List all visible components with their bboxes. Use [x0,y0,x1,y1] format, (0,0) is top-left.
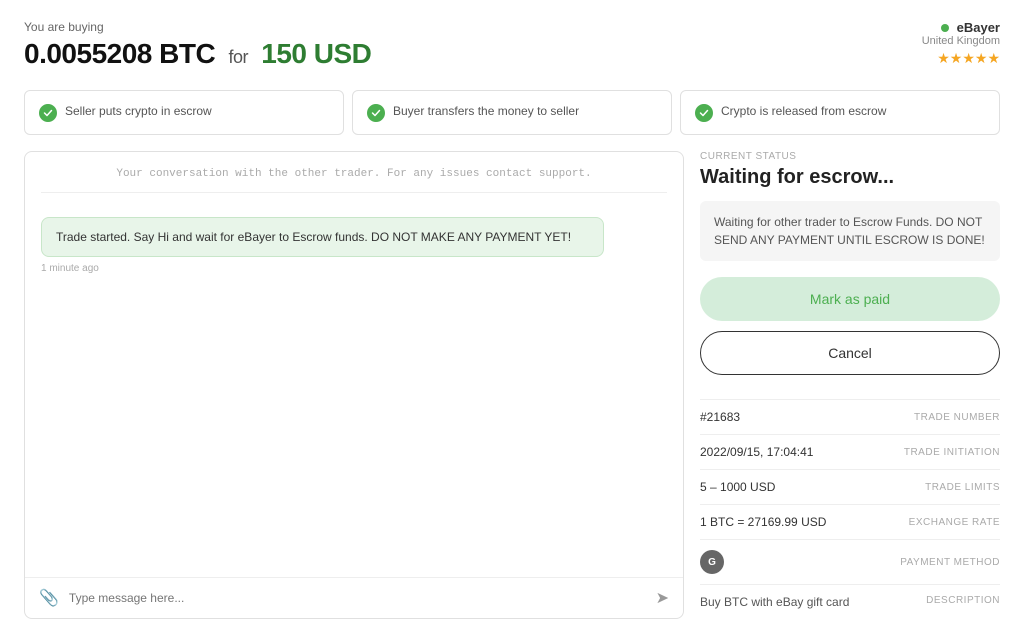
chat-message-text: Trade started. Say Hi and wait for eBaye… [56,230,571,244]
cancel-button[interactable]: Cancel [700,331,1000,375]
trade-number-value: #21683 [700,410,740,424]
you-are-buying-label: You are buying [24,20,371,34]
online-dot [941,24,949,32]
trade-number-label: TRADE NUMBER [914,412,1000,423]
step-2: Buyer transfers the money to seller [352,90,672,135]
description-label: DESCRIPTION [926,595,1000,606]
header-right: eBayer United Kingdom ★★★★★ [922,20,1000,67]
header: You are buying 0.0055208 BTC for 150 USD… [24,20,1000,70]
step-3-label: Crypto is released from escrow [721,103,886,120]
trade-limits-value: 5 – 1000 USD [700,480,775,494]
step-2-icon [367,104,385,122]
step-3-icon [695,104,713,122]
trade-initiation-row: 2022/09/15, 17:04:41 TRADE INITIATION [700,435,1000,470]
escrow-notice: Waiting for other trader to Escrow Funds… [700,201,1000,261]
chat-input[interactable] [69,591,646,605]
trade-initiation-value: 2022/09/15, 17:04:41 [700,445,813,459]
mark-as-paid-button[interactable]: Mark as paid [700,277,1000,321]
step-1-icon [39,104,57,122]
send-icon[interactable]: ➤ [656,588,669,608]
exchange-rate-label: EXCHANGE RATE [909,517,1000,528]
steps-container: Seller puts crypto in escrow Buyer trans… [24,90,1000,135]
step-2-label: Buyer transfers the money to seller [393,103,579,120]
header-left: You are buying 0.0055208 BTC for 150 USD [24,20,371,70]
exchange-rate-row: 1 BTC = 27169.99 USD EXCHANGE RATE [700,505,1000,540]
usd-amount: 150 USD [261,38,371,69]
trade-number-row: #21683 TRADE NUMBER [700,400,1000,435]
chat-area: Your conversation with the other trader.… [24,151,684,619]
for-text: for [228,47,248,67]
chat-footer: 📎 ➤ [25,577,683,618]
main-content: Your conversation with the other trader.… [24,151,1000,619]
seller-name: eBayer [957,20,1000,35]
chat-placeholder: Your conversation with the other trader.… [41,168,667,193]
trade-info: #21683 TRADE NUMBER 2022/09/15, 17:04:41… [700,399,1000,619]
trade-limits-label: TRADE LIMITS [925,482,1000,493]
attach-icon[interactable]: 📎 [39,588,59,608]
trade-limits-row: 5 – 1000 USD TRADE LIMITS [700,470,1000,505]
payment-method-row: G PAYMENT METHOD [700,540,1000,585]
description-value: Buy BTC with eBay gift card [700,595,849,609]
chat-messages: Trade started. Say Hi and wait for eBaye… [41,209,667,282]
payment-method-icon: G [700,550,724,574]
step-1-label: Seller puts crypto in escrow [65,103,212,120]
status-title: Waiting for escrow... [700,166,1000,189]
btc-amount: 0.0055208 BTC [24,38,215,69]
chat-timestamp: 1 minute ago [41,263,667,274]
seller-country: United Kingdom [922,35,1000,47]
right-panel: CURRENT STATUS Waiting for escrow... Wai… [700,151,1000,619]
exchange-rate-value: 1 BTC = 27169.99 USD [700,515,826,529]
seller-info: eBayer [922,20,1000,35]
payment-method-label: PAYMENT METHOD [900,557,1000,568]
step-3: Crypto is released from escrow [680,90,1000,135]
chat-body: Your conversation with the other trader.… [25,152,683,577]
current-status-label: CURRENT STATUS [700,151,1000,162]
chat-message-bubble: Trade started. Say Hi and wait for eBaye… [41,217,604,257]
description-row: Buy BTC with eBay gift card DESCRIPTION [700,585,1000,619]
trade-initiation-label: TRADE INITIATION [904,447,1000,458]
seller-stars: ★★★★★ [922,50,1000,67]
step-1: Seller puts crypto in escrow [24,90,344,135]
trade-amount: 0.0055208 BTC for 150 USD [24,38,371,70]
